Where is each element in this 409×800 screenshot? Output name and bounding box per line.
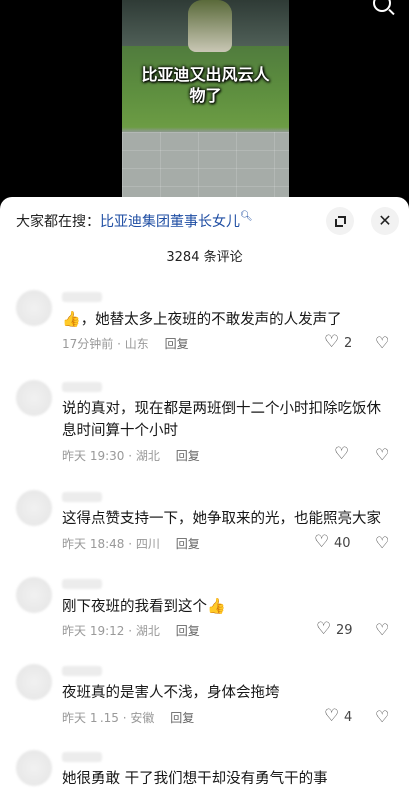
search-icon[interactable] xyxy=(373,0,391,12)
reply-button[interactable]: 回复 xyxy=(170,711,194,725)
search-suggestion[interactable]: 大家都在搜：比亚迪集团董事长女儿🔍︎ xyxy=(16,211,253,233)
video-caption-line2: 物了 xyxy=(189,86,222,105)
like-count: 29 xyxy=(336,623,353,638)
avatar[interactable] xyxy=(16,490,52,526)
reply-button[interactable]: 回复 xyxy=(176,624,200,638)
username[interactable] xyxy=(62,492,102,502)
like-count: 40 xyxy=(334,536,351,551)
username[interactable] xyxy=(62,382,102,392)
comment-meta: 昨天 1 .15 · 安徽 回复 xyxy=(62,711,195,725)
comment-location: 山东 xyxy=(124,337,149,351)
like-icon[interactable]: ♡ xyxy=(324,334,339,351)
comment-meta: 17分钟前 · 山东 回复 xyxy=(62,337,189,351)
thumbs-up-emoji: 👍 xyxy=(62,310,81,328)
close-icon: ✕ xyxy=(378,211,392,230)
dislike-icon[interactable]: ♡ xyxy=(375,334,389,351)
video-person xyxy=(188,0,232,52)
comment-text: 👍，她替太多上夜班的不敢发声的人发声了 xyxy=(62,308,392,331)
dislike-icon[interactable]: ♡ xyxy=(375,534,389,551)
search-suggestion-query[interactable]: 比亚迪集团董事长女儿 xyxy=(100,214,240,230)
video-caption: 比亚迪又出风云人 物了 xyxy=(122,64,289,106)
comment-item: 刚下夜班的我看到这个👍 昨天 19:12 · 湖北 回复 ♡ 29 ♡ xyxy=(0,577,409,667)
video-pavement xyxy=(122,132,289,205)
comment-time: 昨天 19:12 xyxy=(62,624,125,638)
like-icon[interactable]: ♡ xyxy=(324,708,339,725)
comment-time: 昨天 18:48 xyxy=(62,537,125,551)
comment-location: 湖北 xyxy=(135,624,160,638)
comment-text: 这得点赞支持一下，她争取来的光，也能照亮大家 xyxy=(62,511,381,527)
like-count: 4 xyxy=(344,710,353,725)
comment-text-body: 刚下夜班的我看到这个 xyxy=(62,599,207,615)
dislike-icon[interactable]: ♡ xyxy=(375,708,389,725)
dislike-icon[interactable]: ♡ xyxy=(375,621,389,638)
search-suggestion-prefix: 大家都在搜： xyxy=(16,214,100,230)
comment-item: 说的真对，现在都是两班倒十二个小时扣除吃饭休息时间算十个小时 昨天 19:30 … xyxy=(0,380,409,470)
comment-text: 夜班真的是害人不浅，身体会拖垮 xyxy=(62,685,280,701)
avatar[interactable] xyxy=(16,577,52,613)
comment-meta: 昨天 18:48 · 四川 回复 xyxy=(62,537,200,551)
comment-location: 四川 xyxy=(135,537,160,551)
comment-text-body: ，她替太多上夜班的不敢发声的人发声了 xyxy=(80,312,342,328)
comment-location: 湖北 xyxy=(135,449,160,463)
username[interactable] xyxy=(62,579,102,589)
avatar[interactable] xyxy=(16,380,52,416)
comment-item: 👍，她替太多上夜班的不敢发声的人发声了 17分钟前 · 山东 回复 ♡ 2 ♡ xyxy=(0,290,409,380)
comment-time: 昨天 1 .15 xyxy=(62,711,119,725)
comment-location: 安徽 xyxy=(130,711,155,725)
expand-button[interactable] xyxy=(326,207,354,235)
comment-text: 刚下夜班的我看到这个👍 xyxy=(62,595,392,618)
video-caption-line1: 比亚迪又出风云人 xyxy=(141,65,270,84)
avatar[interactable] xyxy=(16,290,52,326)
username[interactable] xyxy=(62,292,102,302)
comment-time: 昨天 19:30 xyxy=(62,449,125,463)
avatar[interactable] xyxy=(16,750,52,786)
like-icon[interactable]: ♡ xyxy=(314,534,329,551)
comment-text: 说的真对，现在都是两班倒十二个小时扣除吃饭休息时间算十个小时 xyxy=(62,401,381,439)
username[interactable] xyxy=(62,752,102,762)
reply-button[interactable]: 回复 xyxy=(165,337,189,351)
reply-button[interactable]: 回复 xyxy=(176,537,200,551)
comment-item: 夜班真的是害人不浅，身体会拖垮 昨天 1 .15 · 安徽 回复 ♡ 4 ♡ xyxy=(0,664,409,754)
comment-text: 她很勇敢 干了我们想干却没有勇气干的事 xyxy=(62,771,328,787)
comment-sheet: 大家都在搜：比亚迪集团董事长女儿🔍︎ ✕ 3284 条评论 👍，她替太多上夜班的… xyxy=(0,197,409,800)
dislike-icon[interactable]: ♡ xyxy=(375,446,389,463)
comment-time: 17分钟前 xyxy=(62,337,114,351)
comment-item: 这得点赞支持一下，她争取来的光，也能照亮大家 昨天 18:48 · 四川 回复 … xyxy=(0,490,409,580)
avatar[interactable] xyxy=(16,664,52,700)
comment-meta: 昨天 19:30 · 湖北 回复 xyxy=(62,449,200,463)
like-count: 2 xyxy=(344,336,353,351)
username[interactable] xyxy=(62,666,102,676)
reply-button[interactable]: 回复 xyxy=(176,449,200,463)
comment-meta: 昨天 19:12 · 湖北 回复 xyxy=(62,624,200,638)
comment-item: 她很勇敢 干了我们想干却没有勇气干的事 xyxy=(0,750,409,800)
thumbs-up-emoji: 👍 xyxy=(207,597,226,615)
video-player[interactable]: 比亚迪又出风云人 物了 xyxy=(0,0,409,205)
comment-count: 3284 条评论 xyxy=(166,250,243,265)
magnifier-icon: 🔍︎ xyxy=(240,211,253,222)
like-icon[interactable]: ♡ xyxy=(334,446,349,463)
expand-icon xyxy=(334,215,346,227)
video-frame[interactable]: 比亚迪又出风云人 物了 xyxy=(122,0,289,205)
close-button[interactable]: ✕ xyxy=(371,207,399,235)
like-icon[interactable]: ♡ xyxy=(316,621,331,638)
